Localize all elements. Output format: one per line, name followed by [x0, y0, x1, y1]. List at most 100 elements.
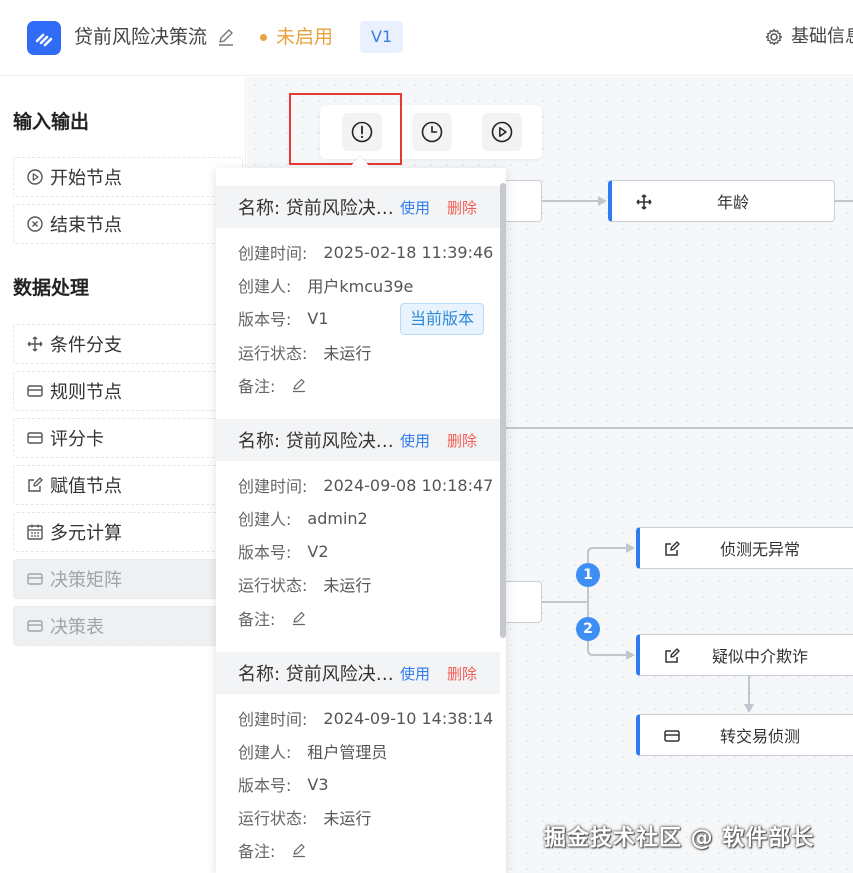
status-badge: 未启用 [260, 24, 333, 50]
field-label: 运行状态: [238, 576, 308, 595]
version-card-header: 名称: 贷前风险决策流 使用 删除 [216, 186, 500, 228]
status-dot [260, 33, 267, 41]
palette-item-label: 决策表 [50, 617, 104, 638]
palette-item-decision-matrix: 决策矩阵 [13, 559, 243, 599]
creator-value: 用户kmcu39e [307, 277, 414, 296]
section-title-io: 输入输出 [13, 111, 90, 133]
creator-row: 创建人: 用户kmcu39e [238, 273, 413, 297]
field-label: 运行状态: [238, 809, 308, 828]
version-name: 名称: 贷前风险决策流 [238, 664, 398, 685]
field-label: 版本号: [238, 776, 292, 795]
palette-item-end-node[interactable]: 结束节点 [13, 204, 243, 244]
version-card-header: 名称: 贷前风险决策流 使用 删除 [216, 419, 500, 461]
palette-item-label: 结束节点 [50, 215, 122, 236]
history-button[interactable] [412, 113, 452, 151]
flow-node-age[interactable]: 年龄 [608, 180, 835, 222]
delete-version-link[interactable]: 删除 [447, 663, 477, 684]
card-icon [26, 382, 44, 400]
edit-remark-icon[interactable] [291, 842, 307, 858]
version-card: 名称: 贷前风险决策流 使用 删除 创建时间: 2024-09-08 10:18:… [216, 419, 500, 639]
palette-item-scorecard[interactable]: 评分卡 [13, 418, 243, 458]
remark-row: 备注: [238, 838, 307, 862]
remark-row: 备注: [238, 373, 307, 397]
section-title-data: 数据处理 [13, 277, 90, 299]
edit-remark-icon[interactable] [291, 610, 307, 626]
version-tag: V1 [360, 21, 404, 53]
edit-remark-icon[interactable] [291, 377, 307, 393]
palette-item-label: 评分卡 [50, 429, 104, 450]
calendar-icon [26, 523, 44, 541]
palette-item-condition-branch[interactable]: 条件分支 [13, 324, 243, 364]
flow-node-suspected-fraud[interactable]: 疑似中介欺诈 [636, 634, 853, 676]
basic-info-label: 基础信息 [791, 26, 853, 47]
created-time-row: 创建时间: 2024-09-08 10:18:47 [238, 473, 493, 497]
history-icon [421, 121, 443, 143]
palette-item-assign-node[interactable]: 赋值节点 [13, 465, 243, 505]
version-name: 名称: 贷前风险决策流 [238, 431, 398, 452]
popover-scrollbar[interactable] [500, 183, 506, 638]
field-label: 运行状态: [238, 344, 308, 363]
version-no-value: V2 [307, 541, 329, 561]
field-label: 创建时间: [238, 477, 308, 496]
palette-item-label: 决策矩阵 [50, 570, 122, 591]
creator-value: admin2 [307, 508, 368, 528]
field-label: 版本号: [238, 310, 292, 329]
use-version-link[interactable]: 使用 [400, 663, 430, 684]
version-card-header: 名称: 贷前风险决策流 使用 删除 [216, 652, 500, 694]
run-status-value: 未运行 [323, 344, 372, 363]
app-logo-icon[interactable] [27, 21, 61, 55]
flow-title: 贷前风险决策流 [74, 26, 208, 48]
edit-icon [662, 646, 682, 666]
use-version-link[interactable]: 使用 [400, 197, 430, 218]
run-status-row: 运行状态: 未运行 [238, 572, 371, 596]
version-no-row: 版本号: V1 [238, 306, 329, 330]
run-status-value: 未运行 [323, 576, 372, 595]
run-status-row: 运行状态: 未运行 [238, 805, 371, 829]
field-label: 版本号: [238, 543, 292, 562]
palette-item-start-node[interactable]: 开始节点 [13, 157, 243, 197]
basic-info-button[interactable]: 基础信息 [765, 24, 853, 50]
use-version-link[interactable]: 使用 [400, 430, 430, 451]
move-icon [634, 192, 654, 212]
play-icon [491, 121, 513, 143]
delete-version-link[interactable]: 删除 [447, 197, 477, 218]
palette-item-multi-calc[interactable]: 多元计算 [13, 512, 243, 552]
run-status-row: 运行状态: 未运行 [238, 340, 371, 364]
annotation-highlight-box [289, 93, 402, 165]
version-no-row: 版本号: V2 [238, 539, 329, 563]
version-list-popover: 名称: 贷前风险决策流 使用 删除 创建时间: 2025-02-18 11:39:… [216, 168, 506, 873]
field-label: 备注: [238, 377, 276, 396]
edit-title-icon[interactable] [216, 27, 236, 47]
current-version-tag: 当前版本 [400, 303, 485, 335]
card-icon [26, 570, 44, 588]
palette-item-rule-node[interactable]: 规则节点 [13, 371, 243, 411]
flow-node-transaction-detect[interactable]: 转交易侦测 [636, 714, 853, 756]
card-icon [26, 429, 44, 447]
version-no-value: V3 [307, 774, 329, 794]
field-label: 创建时间: [238, 710, 308, 729]
play-circle-icon [26, 168, 44, 186]
field-label: 创建人: [238, 743, 292, 762]
flow-node-no-anomaly[interactable]: 侦测无异常 [636, 527, 853, 569]
created-time-row: 创建时间: 2024-09-10 14:38:14 [238, 706, 493, 730]
run-status-value: 未运行 [323, 809, 372, 828]
version-no-row: 版本号: V3 [238, 772, 329, 796]
palette-item-label: 多元计算 [50, 523, 122, 544]
delete-version-link[interactable]: 删除 [447, 430, 477, 451]
palette-item-label: 赋值节点 [50, 476, 122, 497]
field-label: 创建人: [238, 277, 292, 296]
edit-icon [26, 476, 44, 494]
version-name: 名称: 贷前风险决策流 [238, 198, 398, 219]
creator-value: 租户管理员 [307, 743, 388, 762]
created-time-row: 创建时间: 2025-02-18 11:39:46 [238, 240, 493, 264]
node-palette-sidebar: 输入输出 开始节点 结束节点 数据处理 条件分支 规则节点 评分卡 赋值节点 多… [0, 77, 246, 873]
status-text: 未启用 [276, 26, 334, 48]
card-icon [662, 726, 682, 746]
created-time-value: 2024-09-10 14:38:14 [323, 708, 494, 728]
field-label: 备注: [238, 610, 276, 629]
watermark-text: 掘金技术社区 @ 软件部长 [544, 826, 815, 851]
version-card: 名称: 贷前风险决策流 使用 删除 创建时间: 2024-09-10 14:38:… [216, 652, 500, 872]
branch-badge-2: 2 [576, 617, 600, 641]
run-button[interactable] [482, 113, 522, 151]
palette-item-decision-table: 决策表 [13, 606, 243, 646]
